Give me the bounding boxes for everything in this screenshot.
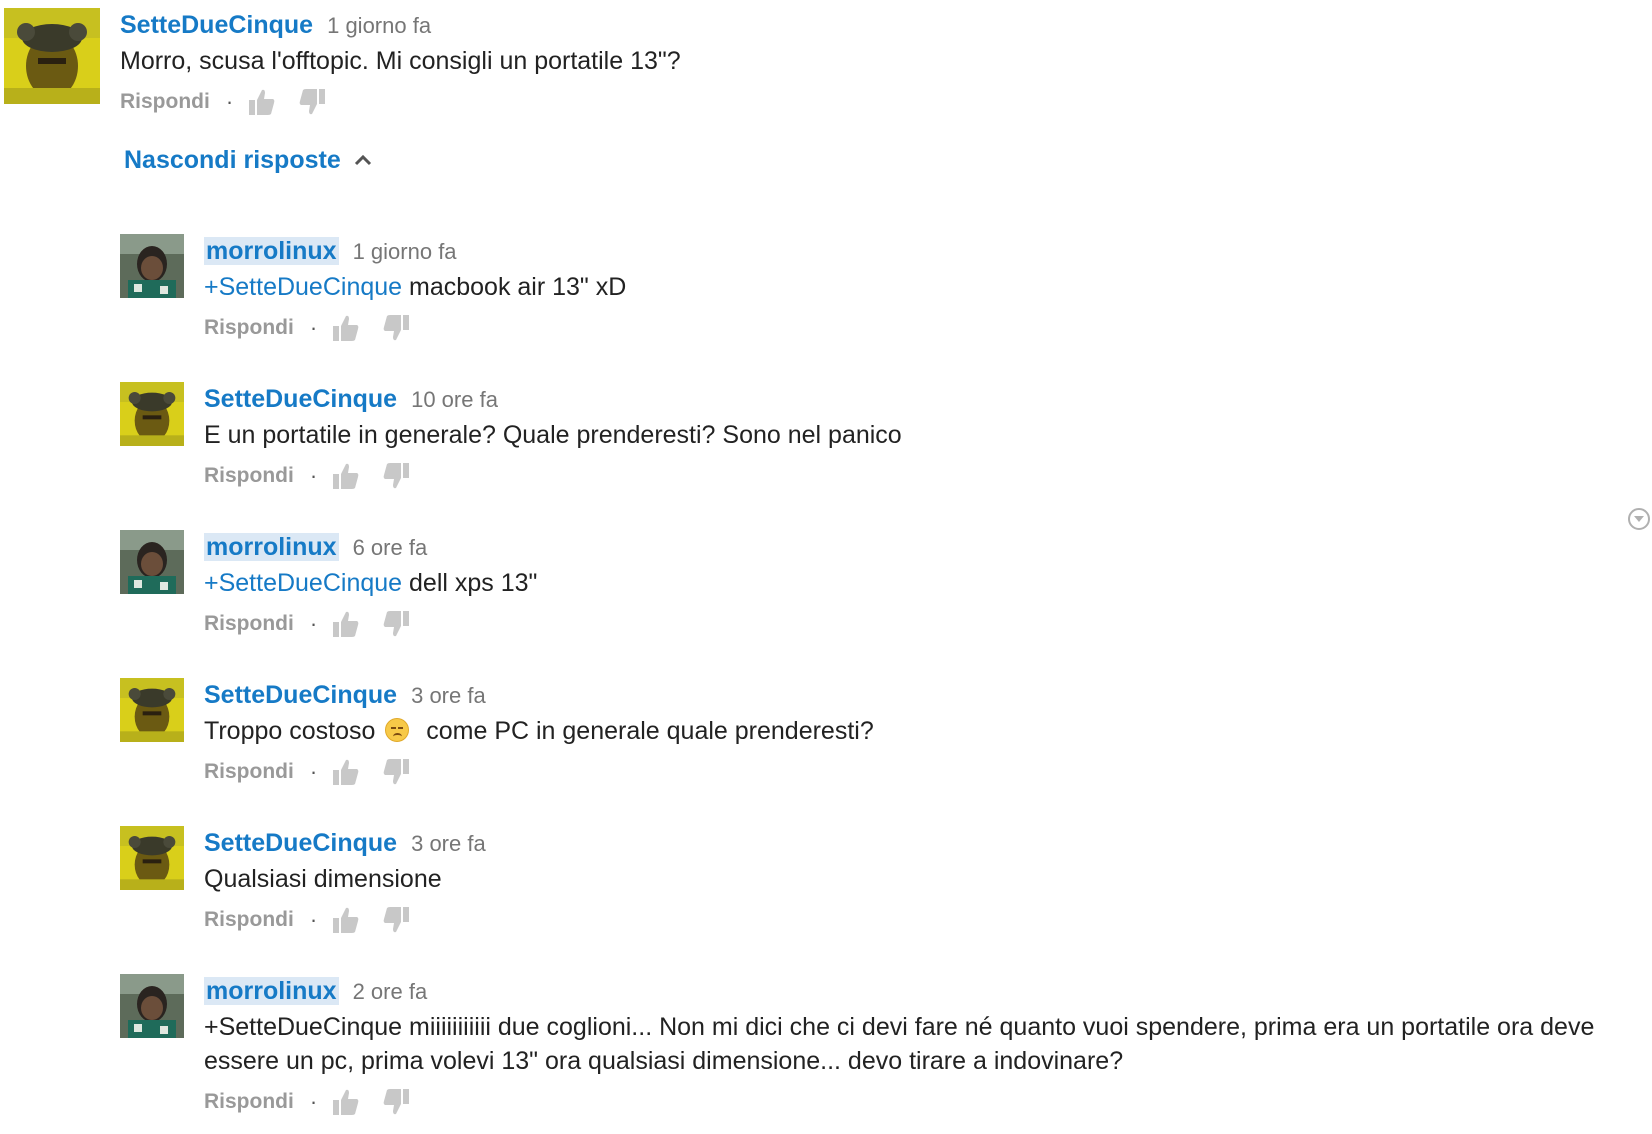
author-name[interactable]: SetteDueCinque xyxy=(204,385,397,413)
author-avatar[interactable] xyxy=(120,974,184,1038)
separator-dot: · xyxy=(309,1089,318,1114)
reply-button[interactable]: Rispondi xyxy=(204,308,294,348)
comment-text-content: macbook air 13" xD xyxy=(402,273,627,301)
comment-timestamp[interactable]: 2 ore fa xyxy=(353,979,428,1004)
comment-text: Troppo costoso come PC in generale quale… xyxy=(204,714,1650,748)
reply-button[interactable]: Rispondi xyxy=(204,604,294,644)
comment-timestamp[interactable]: 3 ore fa xyxy=(411,683,486,708)
comment-timestamp[interactable]: 6 ore fa xyxy=(353,535,428,560)
comment-text: +SetteDueCinque miiiiiiiiiii due coglion… xyxy=(204,1010,1650,1078)
separator-dot: · xyxy=(309,315,318,340)
thumbs-up-icon[interactable] xyxy=(331,313,361,343)
comment-text: Qualsiasi dimensione xyxy=(204,862,1650,896)
author-avatar[interactable] xyxy=(120,234,184,298)
thumbs-up-icon[interactable] xyxy=(331,609,361,639)
reply-button[interactable]: Rispondi xyxy=(204,900,294,940)
reply-button[interactable]: Rispondi xyxy=(204,1082,294,1122)
comment-menu-icon[interactable] xyxy=(1628,508,1650,530)
author-name[interactable]: morrolinux xyxy=(204,533,339,561)
comment-timestamp[interactable]: 3 ore fa xyxy=(411,831,486,856)
chevron-up-icon xyxy=(354,154,371,166)
reply-button[interactable]: Rispondi xyxy=(204,456,294,496)
hide-replies-label: Nascondi risposte xyxy=(124,146,341,174)
author-avatar[interactable] xyxy=(120,382,184,446)
comment-text-content: Morro, scusa l'offtopic. Mi consigli un … xyxy=(120,47,681,75)
author-name[interactable]: SetteDueCinque xyxy=(120,11,313,39)
hide-replies-button[interactable]: Nascondi risposte xyxy=(124,142,373,178)
comment-text: Morro, scusa l'offtopic. Mi consigli un … xyxy=(120,44,1604,78)
comment-text-content: E un portatile in generale? Quale prende… xyxy=(204,421,902,449)
separator-dot: · xyxy=(309,463,318,488)
disappointed-face-emoji-icon xyxy=(385,718,410,742)
thumbs-down-icon[interactable] xyxy=(381,757,411,787)
thumbs-down-icon[interactable] xyxy=(297,87,327,117)
thumbs-down-icon[interactable] xyxy=(381,313,411,343)
author-avatar[interactable] xyxy=(120,678,184,742)
author-avatar[interactable] xyxy=(120,530,184,594)
comment-thread: SetteDueCinque 1 giorno fa Morro, scusa l… xyxy=(0,0,1652,1134)
thumbs-up-icon[interactable] xyxy=(331,1087,361,1117)
comment-timestamp[interactable]: 10 ore fa xyxy=(411,387,498,412)
thumbs-down-icon[interactable] xyxy=(381,1087,411,1117)
thumbs-down-icon[interactable] xyxy=(381,461,411,491)
separator-dot: · xyxy=(225,89,234,114)
comment-text-content: Qualsiasi dimensione xyxy=(204,865,442,893)
comment-text: +SetteDueCinque dell xps 13" xyxy=(204,566,1620,600)
comment-timestamp[interactable]: 1 giorno fa xyxy=(353,239,457,264)
comment-timestamp[interactable]: 1 giorno fa xyxy=(327,13,431,38)
separator-dot: · xyxy=(309,759,318,784)
mention-link[interactable]: +SetteDueCinque xyxy=(204,569,402,597)
thumbs-up-icon[interactable] xyxy=(331,757,361,787)
author-name[interactable]: morrolinux xyxy=(204,977,339,1005)
author-avatar[interactable] xyxy=(120,826,184,890)
thumbs-up-icon[interactable] xyxy=(331,461,361,491)
comment-text: +SetteDueCinque macbook air 13" xD xyxy=(204,270,1650,304)
author-avatar[interactable] xyxy=(4,8,100,104)
comment-text-continuation: come PC in generale quale prenderesti? xyxy=(412,717,874,745)
comment-text: E un portatile in generale? Quale prende… xyxy=(204,418,1650,452)
comment-text-content: dell xps 13" xyxy=(402,569,538,597)
thumbs-down-icon[interactable] xyxy=(381,905,411,935)
separator-dot: · xyxy=(309,907,318,932)
author-name[interactable]: SetteDueCinque xyxy=(204,681,397,709)
comment-text-content: +SetteDueCinque miiiiiiiiiii due coglion… xyxy=(204,1013,1602,1075)
separator-dot: · xyxy=(309,611,318,636)
author-name[interactable]: SetteDueCinque xyxy=(204,829,397,857)
mention-link[interactable]: +SetteDueCinque xyxy=(204,273,402,301)
thumbs-up-icon[interactable] xyxy=(331,905,361,935)
reply-button[interactable]: Rispondi xyxy=(120,82,210,122)
thumbs-down-icon[interactable] xyxy=(381,609,411,639)
author-name[interactable]: morrolinux xyxy=(204,237,339,265)
reply-button[interactable]: Rispondi xyxy=(204,752,294,792)
comment-text-content: Troppo costoso xyxy=(204,717,383,745)
thumbs-up-icon[interactable] xyxy=(247,87,277,117)
